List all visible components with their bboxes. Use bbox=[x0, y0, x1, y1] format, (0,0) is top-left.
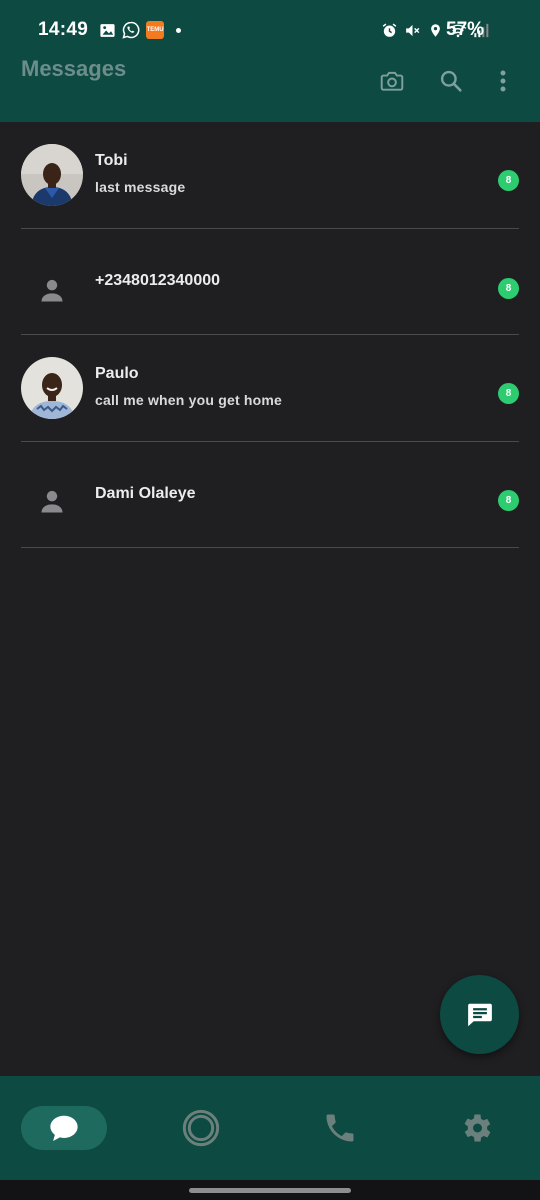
avatar bbox=[21, 144, 83, 206]
message-preview: last message bbox=[95, 179, 186, 195]
more-options-button[interactable] bbox=[488, 66, 518, 96]
temu-label: TEMU bbox=[146, 26, 164, 33]
camera-icon bbox=[380, 71, 404, 91]
temu-icon: TEMU bbox=[146, 21, 165, 39]
gesture-bar bbox=[0, 1180, 540, 1200]
status-time: 14:49 bbox=[38, 19, 89, 40]
settings-icon bbox=[464, 1114, 491, 1142]
person-icon bbox=[21, 269, 83, 313]
contact-name: Paulo bbox=[95, 365, 139, 382]
nav-chats[interactable] bbox=[21, 1106, 107, 1150]
gallery-icon bbox=[98, 21, 116, 39]
conversation-row[interactable]: Dami Olaleye 8 bbox=[21, 442, 519, 548]
camera-button[interactable] bbox=[377, 66, 407, 96]
new-message-icon bbox=[467, 1003, 492, 1026]
nav-calls[interactable] bbox=[317, 1106, 363, 1150]
calls-icon bbox=[326, 1114, 354, 1142]
whatsapp-icon bbox=[122, 21, 140, 39]
unread-badge: 8 bbox=[498, 277, 519, 299]
battery-level: 57% bbox=[446, 19, 485, 40]
notification-dot bbox=[176, 27, 182, 33]
nav-status[interactable] bbox=[178, 1106, 224, 1150]
more-vert-icon bbox=[500, 70, 506, 92]
status-icon bbox=[182, 1109, 220, 1147]
alarm-icon bbox=[380, 21, 398, 39]
page-title: Messages bbox=[21, 56, 127, 81]
unread-badge: 8 bbox=[498, 489, 519, 511]
person-icon bbox=[21, 480, 83, 524]
nav-settings[interactable] bbox=[453, 1106, 499, 1150]
location-icon bbox=[426, 21, 444, 39]
unread-badge: 8 bbox=[498, 170, 519, 191]
bottom-navigation bbox=[0, 1076, 540, 1180]
conversation-row[interactable]: Paulo call me when you get home 8 bbox=[21, 335, 519, 442]
contact-name: Tobi bbox=[95, 152, 128, 169]
contact-name: Dami Olaleye bbox=[95, 484, 196, 502]
mute-icon bbox=[403, 21, 421, 39]
chats-icon bbox=[50, 1115, 78, 1141]
contact-name: +2348012340000 bbox=[95, 271, 221, 289]
search-icon bbox=[440, 70, 462, 92]
new-message-button[interactable] bbox=[440, 975, 519, 1054]
avatar bbox=[21, 357, 83, 419]
app-bar: Messages bbox=[0, 44, 540, 122]
message-preview: call me when you get home bbox=[95, 392, 283, 408]
search-button[interactable] bbox=[436, 66, 466, 96]
conversation-list: Tobi last message 8 +2348012340000 8 Pau… bbox=[0, 122, 540, 548]
conversation-row[interactable]: +2348012340000 8 bbox=[21, 229, 519, 335]
home-indicator[interactable] bbox=[189, 1188, 351, 1193]
unread-badge: 8 bbox=[498, 383, 519, 404]
status-bar: 14:49 TEMU 57% bbox=[0, 0, 540, 44]
conversation-row[interactable]: Tobi last message 8 bbox=[21, 122, 519, 229]
